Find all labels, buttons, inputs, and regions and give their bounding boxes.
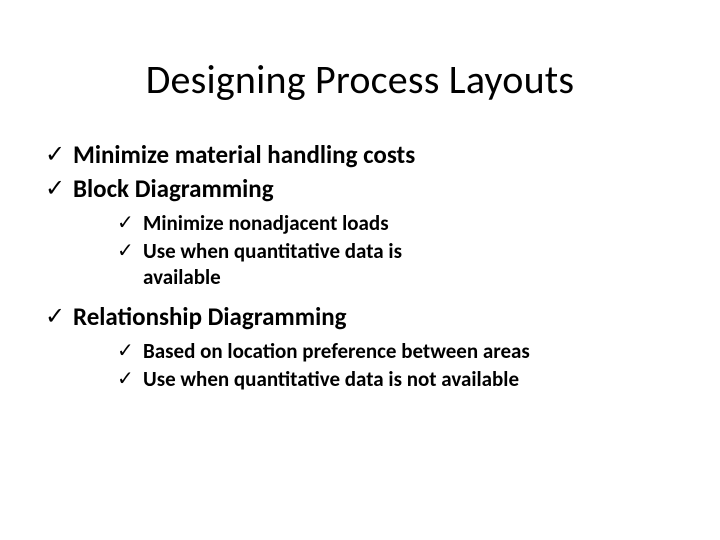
list-item-label: Minimize material handling costs [73, 140, 415, 170]
check-icon: ✓ [117, 210, 143, 236]
sub-bullet-list: ✓ Based on location preference between a… [117, 338, 675, 392]
list-item-label: Relationship Diagramming [73, 302, 347, 332]
list-item-label: Use when quantitative data is not availa… [143, 366, 519, 392]
check-icon: ✓ [45, 302, 73, 332]
check-icon: ✓ [45, 174, 73, 204]
list-item-label: Based on location preference between are… [143, 338, 530, 364]
check-icon: ✓ [45, 140, 73, 170]
list-item: ✓ Based on location preference between a… [117, 338, 675, 364]
list-item: ✓ Relationship Diagramming [45, 302, 675, 332]
bullet-list: ✓ Relationship Diagramming [45, 302, 675, 332]
list-item: ✓ Minimize material handling costs [45, 140, 675, 170]
list-item: ✓ Block Diagramming [45, 174, 675, 204]
check-icon: ✓ [117, 366, 143, 392]
slide-title: Designing Process Layouts [45, 55, 675, 104]
slide: Designing Process Layouts ✓ Minimize mat… [0, 0, 720, 540]
list-item: ✓ Use when quantitative data is not avai… [117, 366, 675, 392]
list-item: ✓ Use when quantitative data is availabl… [117, 238, 675, 290]
list-item: ✓ Minimize nonadjacent loads [117, 210, 675, 236]
sub-bullet-list: ✓ Minimize nonadjacent loads ✓ Use when … [117, 210, 675, 290]
bullet-list: ✓ Minimize material handling costs ✓ Blo… [45, 140, 675, 204]
list-item-label: Block Diagramming [73, 174, 274, 204]
list-item-label: Minimize nonadjacent loads [143, 210, 389, 236]
list-item-label: Use when quantitative data is available [143, 238, 443, 290]
check-icon: ✓ [117, 338, 143, 364]
check-icon: ✓ [117, 238, 143, 264]
